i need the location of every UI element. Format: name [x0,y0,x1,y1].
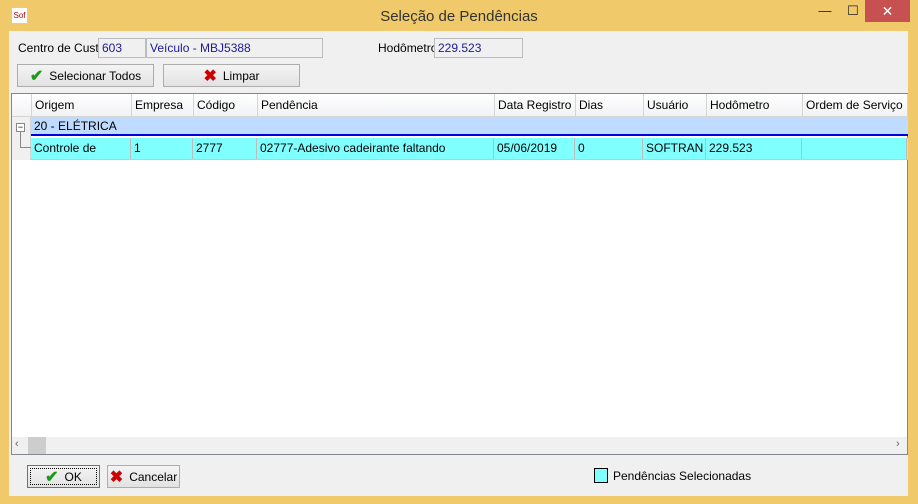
centro-custo-field[interactable]: 603 [98,38,146,58]
cell-origem: Controle de [31,138,131,159]
hodometro-field[interactable]: 229.523 [434,38,523,58]
x-icon: ✖ [109,468,124,486]
cell-usuario: SOFTRAN [643,138,706,159]
cancel-label: Cancelar [129,469,178,484]
legend-label: Pendências Selecionadas [613,469,752,483]
check-icon: ✔ [29,67,44,85]
x-icon: ✖ [203,67,217,85]
veiculo-field[interactable]: Veículo - MBJ5388 [146,38,323,58]
table-row[interactable]: Controle de 1 2777 02777-Adesivo cadeira… [31,138,908,160]
cell-data-registro: 05/06/2019 [494,138,575,159]
clear-button[interactable]: ✖ Limpar [163,64,300,87]
app-logo-icon: Sof [11,7,28,24]
ok-button[interactable]: ✔ OK [27,465,100,488]
maximize-button[interactable]: ☐ [838,0,868,22]
clear-label: Limpar [222,68,260,83]
scroll-right-icon[interactable]: › [896,438,900,450]
grid-header: Origem Empresa Código Pendência Data Reg… [12,94,908,117]
cell-codigo: 2777 [193,138,257,159]
pendencias-grid: Origem Empresa Código Pendência Data Reg… [11,93,908,455]
cell-ordem-servico [802,138,907,159]
scroll-left-icon[interactable]: ‹ [15,438,19,450]
horizontal-scrollbar[interactable]: ‹ › [12,437,907,454]
column-header[interactable]: Origem [32,94,132,117]
centro-custo-label: Centro de Custo [18,41,106,55]
collapse-icon[interactable]: − [16,123,25,132]
row-indicator-header [12,94,32,117]
check-icon: ✔ [45,468,59,486]
ok-label: OK [64,469,82,484]
tree-line [20,132,31,148]
cancel-button[interactable]: ✖ Cancelar [107,465,180,488]
column-header[interactable]: Código [194,94,258,117]
cell-pendencia: 02777-Adesivo cadeirante faltando [257,138,494,159]
column-header[interactable]: Hodômetro [707,94,803,117]
legend-swatch [594,468,608,483]
column-header[interactable]: Empresa [132,94,194,117]
close-button[interactable]: ✕ [865,0,910,22]
hodometro-label: Hodômetro [378,41,438,55]
column-header[interactable]: Usuário [644,94,707,117]
minimize-button[interactable]: — [810,0,840,22]
column-header[interactable]: Pendência [258,94,495,117]
group-row[interactable]: 20 - ELÉTRICA [31,117,908,136]
select-all-button[interactable]: ✔ Selecionar Todos [17,64,154,87]
column-header[interactable]: Ordem de Serviço [803,94,908,117]
scrollbar-thumb[interactable] [28,437,46,454]
select-all-label: Selecionar Todos [49,68,142,83]
column-header[interactable]: Data Registro [495,94,576,117]
cell-empresa: 1 [131,138,193,159]
window-title: Seleção de Pendências [380,8,538,25]
column-header[interactable]: Dias [576,94,644,117]
row-indicator: − [12,117,31,160]
cell-hodometro: 229.523 [706,138,802,159]
cell-dias: 0 [575,138,643,159]
